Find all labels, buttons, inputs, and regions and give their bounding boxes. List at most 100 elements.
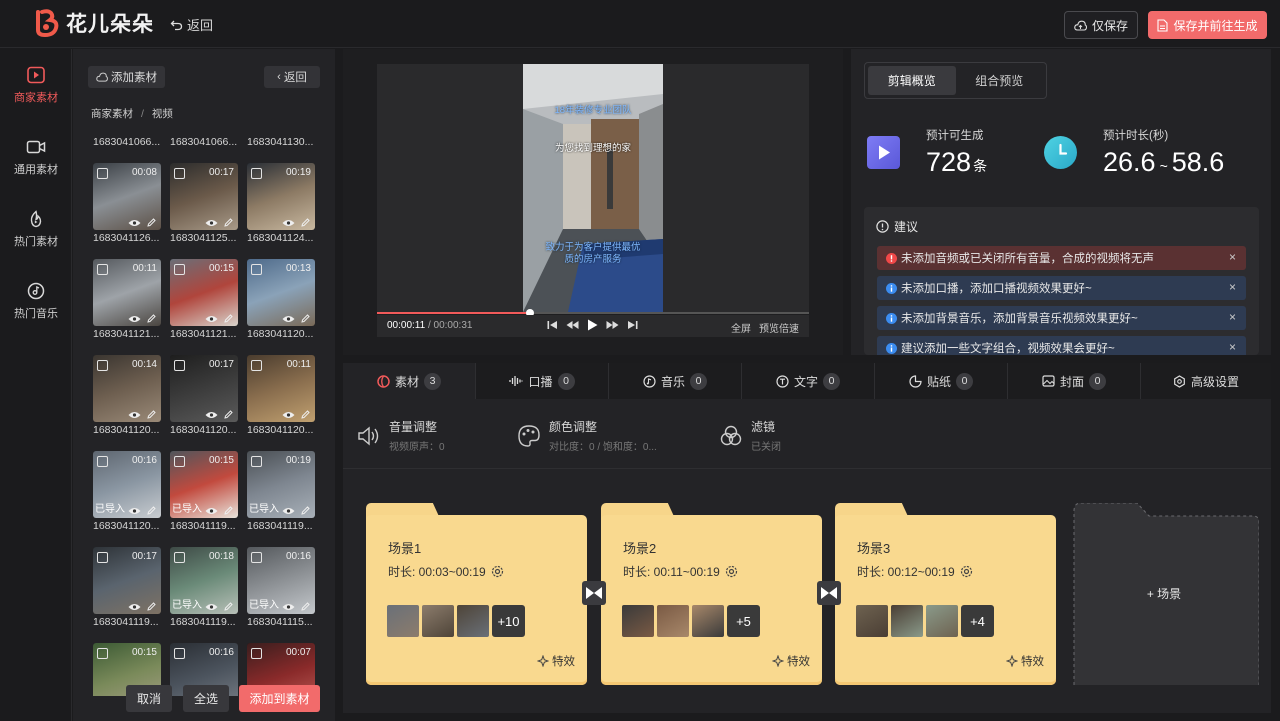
edit-icon[interactable] bbox=[301, 314, 310, 323]
material-item[interactable]: 1683041119... 00:16 bbox=[170, 616, 238, 696]
editor-tab[interactable]: 音乐 0 bbox=[609, 363, 742, 399]
edit-icon[interactable] bbox=[147, 218, 156, 227]
material-checkbox[interactable] bbox=[97, 264, 108, 275]
edit-icon[interactable] bbox=[301, 410, 310, 419]
material-checkbox[interactable] bbox=[251, 552, 262, 563]
material-checkbox[interactable] bbox=[174, 648, 185, 659]
editor-tab[interactable]: 口播 0 bbox=[476, 363, 609, 399]
material-item[interactable]: 1683041121... 00:17 bbox=[170, 328, 238, 422]
material-checkbox[interactable] bbox=[174, 168, 185, 179]
edit-icon[interactable] bbox=[147, 410, 156, 419]
scene-effect-button[interactable]: 特效 bbox=[537, 653, 575, 669]
scene-card[interactable]: 场景2 时长: 00:11~00:19 +5 特效 bbox=[601, 503, 822, 685]
material-checkbox[interactable] bbox=[97, 552, 108, 563]
fast-forward-icon[interactable] bbox=[606, 320, 619, 330]
eye-icon[interactable] bbox=[205, 603, 218, 611]
transition-button[interactable] bbox=[817, 581, 841, 605]
material-thumbnail[interactable]: 00:15 已导入 bbox=[170, 451, 238, 518]
material-checkbox[interactable] bbox=[174, 456, 185, 467]
nav-item-hot-material[interactable]: 热门素材 bbox=[0, 210, 72, 249]
scene-thumbnail[interactable] bbox=[622, 605, 654, 637]
material-item[interactable]: 1683041066... 00:08 bbox=[93, 136, 161, 230]
eye-icon[interactable] bbox=[205, 507, 218, 515]
material-checkbox[interactable] bbox=[174, 552, 185, 563]
edit-icon[interactable] bbox=[147, 314, 156, 323]
play-icon[interactable] bbox=[587, 319, 598, 331]
scene-more-count[interactable]: +10 bbox=[492, 605, 525, 637]
gear-icon[interactable] bbox=[725, 565, 738, 578]
eye-icon[interactable] bbox=[128, 603, 141, 611]
close-icon[interactable]: × bbox=[1229, 280, 1236, 294]
fullscreen-button[interactable]: 全屏 bbox=[731, 320, 751, 335]
scene-card[interactable]: 场景1 时长: 00:03~00:19 +10 特效 bbox=[366, 503, 587, 685]
editor-tab[interactable]: 高级设置 bbox=[1141, 363, 1271, 399]
scene-effect-button[interactable]: 特效 bbox=[772, 653, 810, 669]
eye-icon[interactable] bbox=[128, 507, 141, 515]
scene-thumbnail[interactable] bbox=[926, 605, 958, 637]
eye-icon[interactable] bbox=[282, 507, 295, 515]
material-thumbnail[interactable]: 00:18 已导入 bbox=[170, 547, 238, 614]
material-item[interactable]: 1683041120... 00:15 已导入 bbox=[170, 424, 238, 518]
material-thumbnail[interactable]: 00:08 bbox=[93, 163, 161, 230]
material-checkbox[interactable] bbox=[97, 456, 108, 467]
material-checkbox[interactable] bbox=[174, 360, 185, 371]
material-thumbnail[interactable]: 00:16 已导入 bbox=[93, 451, 161, 518]
top-back-button[interactable]: 返回 bbox=[170, 15, 213, 34]
breadcrumb-item[interactable]: 商家素材 bbox=[91, 108, 133, 120]
material-checkbox[interactable] bbox=[174, 264, 185, 275]
edit-icon[interactable] bbox=[224, 506, 233, 515]
close-icon[interactable]: × bbox=[1229, 340, 1236, 354]
volume-adjust[interactable]: 音量调整 视频原声：0 bbox=[357, 418, 445, 453]
material-item[interactable]: 1683041120... 00:16 已导入 bbox=[93, 424, 161, 518]
skip-back-icon[interactable] bbox=[547, 320, 558, 330]
material-item[interactable]: 1683041121... 00:14 bbox=[93, 328, 161, 422]
material-item[interactable]: 1683041120... 00:11 bbox=[247, 328, 315, 422]
material-item[interactable]: 1683041124... 00:13 bbox=[247, 232, 315, 326]
edit-icon[interactable] bbox=[224, 410, 233, 419]
skip-forward-icon[interactable] bbox=[627, 320, 638, 330]
material-thumbnail[interactable]: 00:11 bbox=[247, 355, 315, 422]
add-material-button[interactable]: 添加素材 bbox=[88, 66, 165, 88]
nav-item-general-material[interactable]: 通用素材 bbox=[0, 138, 72, 177]
material-checkbox[interactable] bbox=[251, 456, 262, 467]
select-all-button[interactable]: 全选 bbox=[183, 685, 229, 712]
eye-icon[interactable] bbox=[282, 315, 295, 323]
material-thumbnail[interactable]: 00:14 bbox=[93, 355, 161, 422]
scene-thumbnail[interactable] bbox=[692, 605, 724, 637]
scene-thumbnail[interactable] bbox=[891, 605, 923, 637]
gear-icon[interactable] bbox=[960, 565, 973, 578]
material-thumbnail[interactable]: 00:11 bbox=[93, 259, 161, 326]
material-item[interactable]: 1683041066... 00:17 bbox=[170, 136, 238, 230]
eye-icon[interactable] bbox=[205, 411, 218, 419]
scene-more-count[interactable]: +4 bbox=[961, 605, 994, 637]
edit-icon[interactable] bbox=[224, 218, 233, 227]
eye-icon[interactable] bbox=[205, 315, 218, 323]
eye-icon[interactable] bbox=[282, 411, 295, 419]
material-checkbox[interactable] bbox=[251, 360, 262, 371]
editor-tab[interactable]: 贴纸 0 bbox=[875, 363, 1008, 399]
save-generate-button[interactable]: 保存并前往生成 bbox=[1148, 11, 1267, 39]
material-item[interactable]: 1683041125... 00:15 bbox=[170, 232, 238, 326]
eye-icon[interactable] bbox=[128, 219, 141, 227]
nav-item-hot-music[interactable]: 热门音乐 bbox=[0, 282, 72, 321]
editor-tab[interactable]: 文字 0 bbox=[742, 363, 875, 399]
cancel-button[interactable]: 取消 bbox=[126, 685, 172, 712]
nav-item-merchant-material[interactable]: 商家素材 bbox=[0, 66, 72, 105]
scene-card[interactable]: 场景3 时长: 00:12~00:19 +4 特效 bbox=[835, 503, 1056, 685]
preview-speed-button[interactable]: 预览倍速 bbox=[759, 320, 799, 335]
color-adjust[interactable]: 颜色调整 对比度：0 / 饱和度：0... bbox=[517, 418, 657, 453]
edit-icon[interactable] bbox=[147, 602, 156, 611]
material-thumbnail[interactable]: 00:17 bbox=[93, 547, 161, 614]
edit-icon[interactable] bbox=[147, 506, 156, 515]
material-item[interactable]: 1683041119... 00:16 已导入 bbox=[247, 520, 315, 614]
scene-thumbnail[interactable] bbox=[657, 605, 689, 637]
editor-tab[interactable]: 素材 3 bbox=[343, 363, 476, 399]
material-thumbnail[interactable]: 00:17 bbox=[170, 163, 238, 230]
transition-button[interactable] bbox=[582, 581, 606, 605]
editor-tab[interactable]: 封面 0 bbox=[1008, 363, 1141, 399]
material-item[interactable]: 1683041119... 00:18 已导入 bbox=[170, 520, 238, 614]
material-checkbox[interactable] bbox=[97, 360, 108, 371]
playback-progress[interactable] bbox=[377, 309, 809, 317]
tab-edit-overview[interactable]: 剪辑概览 bbox=[868, 66, 956, 95]
material-thumbnail[interactable]: 00:15 bbox=[170, 259, 238, 326]
